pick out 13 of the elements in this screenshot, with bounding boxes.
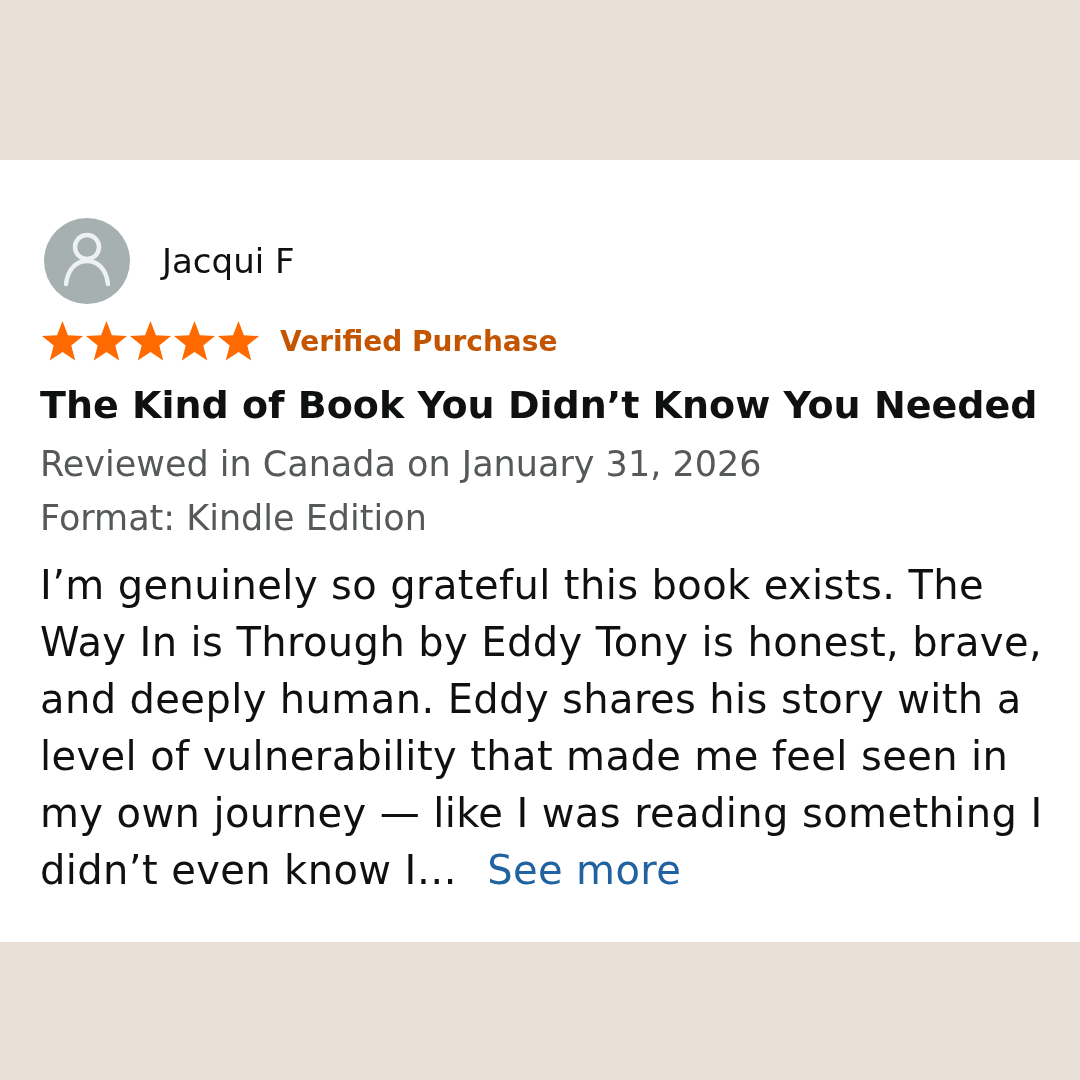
star-icon — [84, 320, 129, 363]
star-icon — [40, 320, 85, 363]
review-body: I’m genuinely so grateful this book exists. The Way In is Through by Eddy Tony is honest, brave, and deeply human. Eddy shares his story with a level of vulnerability that made me feel seen in my own journey — like I was reading something I didn’t even know I… See more — [40, 561, 1044, 895]
avatar-icon — [44, 218, 130, 304]
review-title: The Kind of Book You Didn’t Know You Needed — [40, 382, 1039, 429]
verified-purchase-label: Verified Purchase — [280, 327, 558, 356]
review-format: Format: Kindle Edition — [40, 497, 428, 540]
star-icon — [216, 320, 261, 363]
star-icon — [128, 320, 173, 363]
star-icon — [172, 320, 217, 363]
reviewer-name: Jacqui F — [162, 244, 295, 278]
review-date: Reviewed in Canada on January 31, 2026 — [40, 443, 763, 486]
see-more-link[interactable]: See more — [487, 847, 682, 893]
